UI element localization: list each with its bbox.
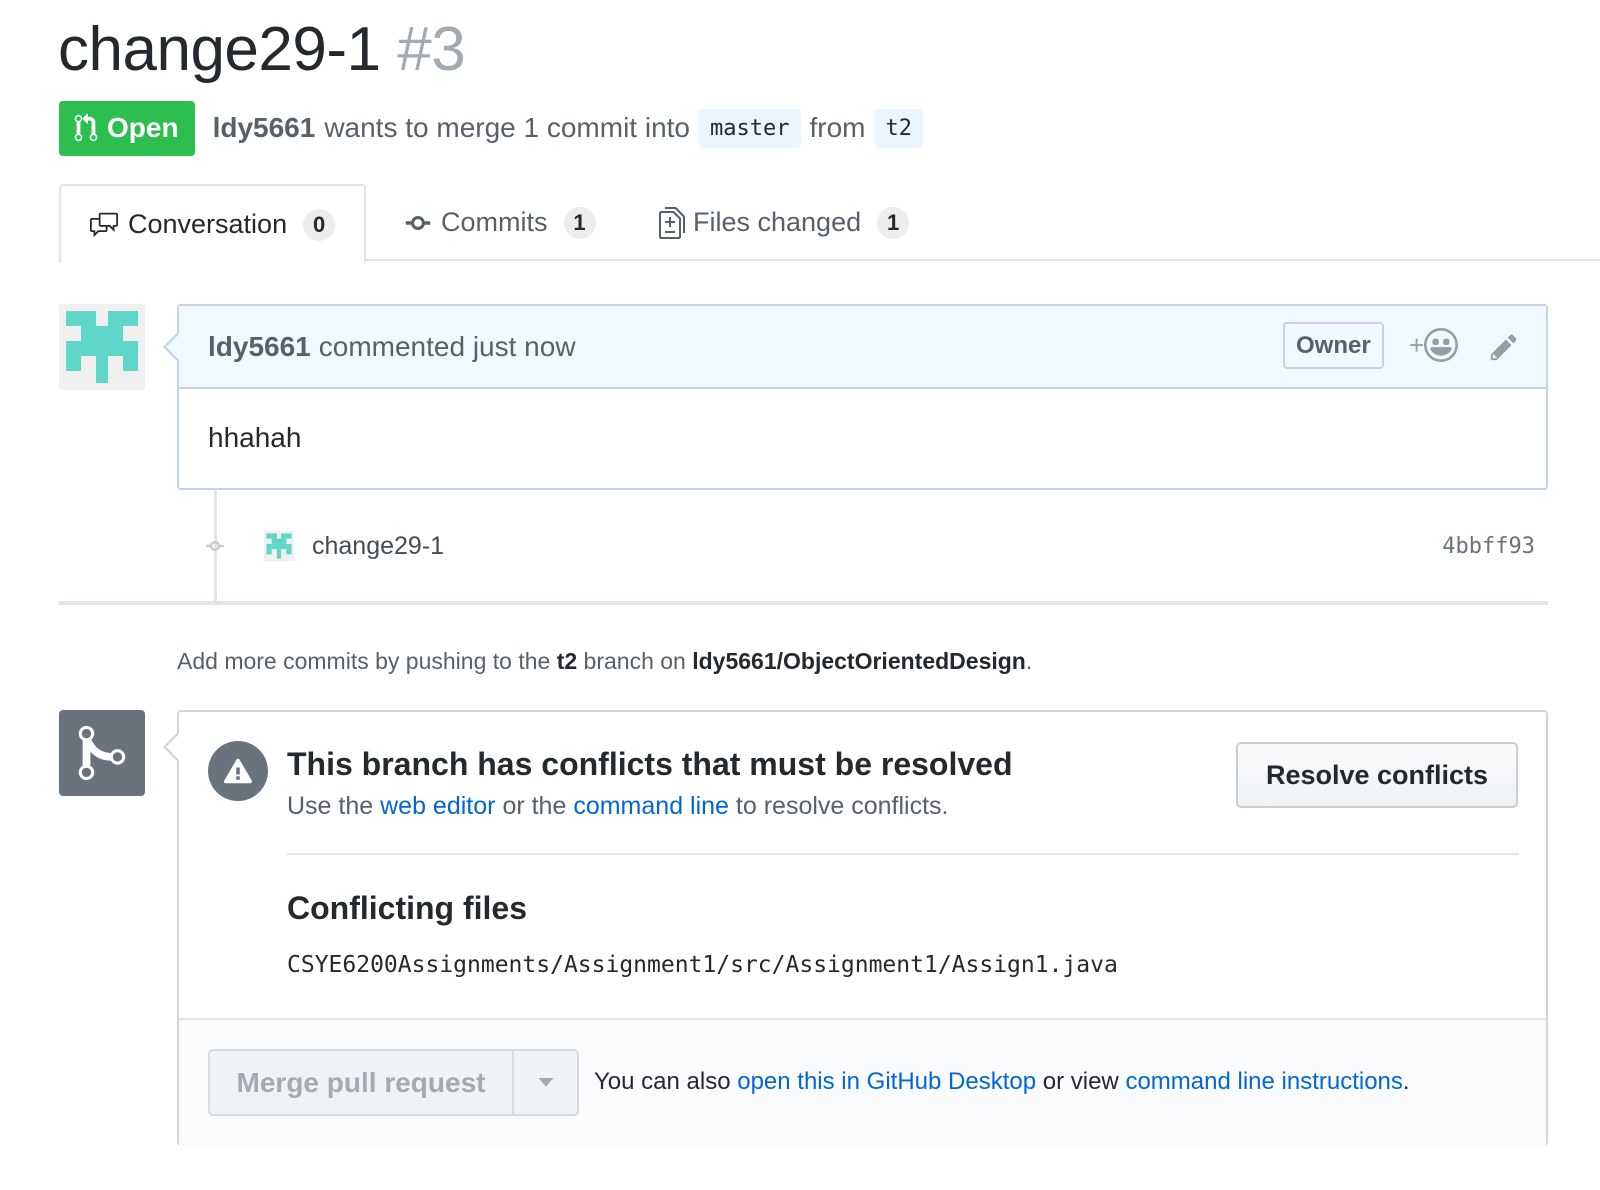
tab-files-changed[interactable]: Files changed 1 [659,184,910,261]
git-merge-icon [78,725,126,781]
pencil-icon [1490,334,1517,361]
comment-caret-inner [166,333,180,361]
hint-branch: t2 [556,648,578,674]
base-branch[interactable]: master [699,108,801,148]
command-line-instructions-link[interactable]: command line instructions [1125,1068,1402,1095]
commit-message-link[interactable]: change29-1 [312,532,444,561]
comment-body: hhahah [208,422,302,453]
github-desktop-link[interactable]: open this in GitHub Desktop [737,1068,1036,1095]
tab-commits-label: Commits [441,207,548,237]
merge-text: wants to merge 1 commit into [324,112,691,143]
merge-box: This branch has conflicts that must be r… [177,710,1548,1146]
hint-repo: ldy5661/ObjectOrientedDesign [692,648,1026,674]
state-label: Open [107,112,179,143]
edit-comment-button[interactable] [1489,332,1519,369]
comment-author[interactable]: ldy5661 [208,331,311,363]
pr-title: change29-1 #3 [58,14,466,85]
git-commit-icon [405,215,431,230]
conflict-subtitle: Use the web editor or the command line t… [287,792,949,821]
add-reaction-button[interactable]: + [1409,328,1459,362]
tab-conversation[interactable]: Conversation 0 [59,184,366,263]
identicon-avatar [59,304,145,390]
merge-summary: ldy5661 wants to merge 1 commit into mas… [213,108,932,148]
tab-commits-count: 1 [563,206,596,239]
git-commit-icon [200,536,230,556]
resolve-conflicts-button[interactable]: Resolve conflicts [1236,742,1518,808]
author-link[interactable]: ldy5661 [213,112,316,144]
timeline-divider [59,601,1548,605]
git-pull-request-icon [74,113,98,142]
smiley-icon [1424,328,1459,362]
merge-separator [287,853,1519,855]
pr-tabs: Conversation 0 Commits 1 Files changed 1 [59,184,1600,263]
hint-suffix: . [1025,648,1033,674]
comment-discussion-icon [90,212,118,237]
conflict-sub-middle: or the [502,792,567,820]
conflicting-files-title: Conflicting files [287,890,527,926]
tab-conversation-label: Conversation [128,209,288,239]
tab-commits[interactable]: Commits 1 [403,184,596,261]
from-text: from [809,112,866,143]
commit-sha-link[interactable]: 4bbff93 [1442,534,1535,559]
pr-number: #3 [397,15,466,84]
web-editor-link[interactable]: web editor [380,792,495,820]
conflict-sub-suffix: to resolve conflicts. [735,792,949,820]
tab-files-label: Files changed [693,207,862,237]
merge-footer-text: You can also open this in GitHub Desktop… [594,1068,1410,1096]
tab-conversation-count: 0 [303,208,336,241]
push-hint: Add more commits by pushing to the t2 br… [177,648,1032,675]
head-branch[interactable]: t2 [874,108,923,148]
alert-icon [224,758,253,784]
merge-pull-request-button[interactable]: Merge pull request [210,1051,514,1114]
footer-suffix: . [1402,1068,1410,1095]
owner-badge: Owner [1283,322,1384,369]
pr-meta: Open ldy5661 wants to merge 1 commit int… [59,100,932,156]
footer-middle: or view [1042,1068,1119,1095]
triangle-down-icon [538,1077,553,1087]
comment-header: ldy5661 commented just now Owner + [179,306,1546,389]
tab-files-count: 1 [877,206,910,239]
hint-middle: branch on [583,648,686,674]
merge-button-group: Merge pull request [208,1049,579,1116]
comment-action[interactable]: commented just now [319,331,576,363]
alert-icon-circle [208,741,268,801]
commit-author-avatar[interactable] [264,531,294,561]
comment-box: ldy5661 commented just now Owner + hhaha… [177,304,1548,490]
pr-title-text: change29-1 [58,15,381,84]
state-badge: Open [59,100,195,156]
diff-icon [659,206,685,239]
merge-status-icon-box [59,710,145,796]
avatar[interactable] [59,304,145,390]
timeline-commit: change29-1 4bbff93 [200,526,1545,566]
command-line-link[interactable]: command line [573,792,729,820]
conflict-title: This branch has conflicts that must be r… [287,746,1013,782]
merge-caret-inner [166,733,180,761]
merge-footer: Merge pull request You can also open thi… [179,1018,1546,1146]
conflict-sub-prefix: Use the [287,792,374,820]
reaction-plus: + [1409,329,1425,360]
conflicting-file-path: CSYE6200Assignments/Assignment1/src/Assi… [287,952,1118,978]
footer-prefix: You can also [594,1068,731,1095]
hint-prefix: Add more commits by pushing to the [177,648,551,674]
merge-method-dropdown[interactable] [514,1051,577,1114]
